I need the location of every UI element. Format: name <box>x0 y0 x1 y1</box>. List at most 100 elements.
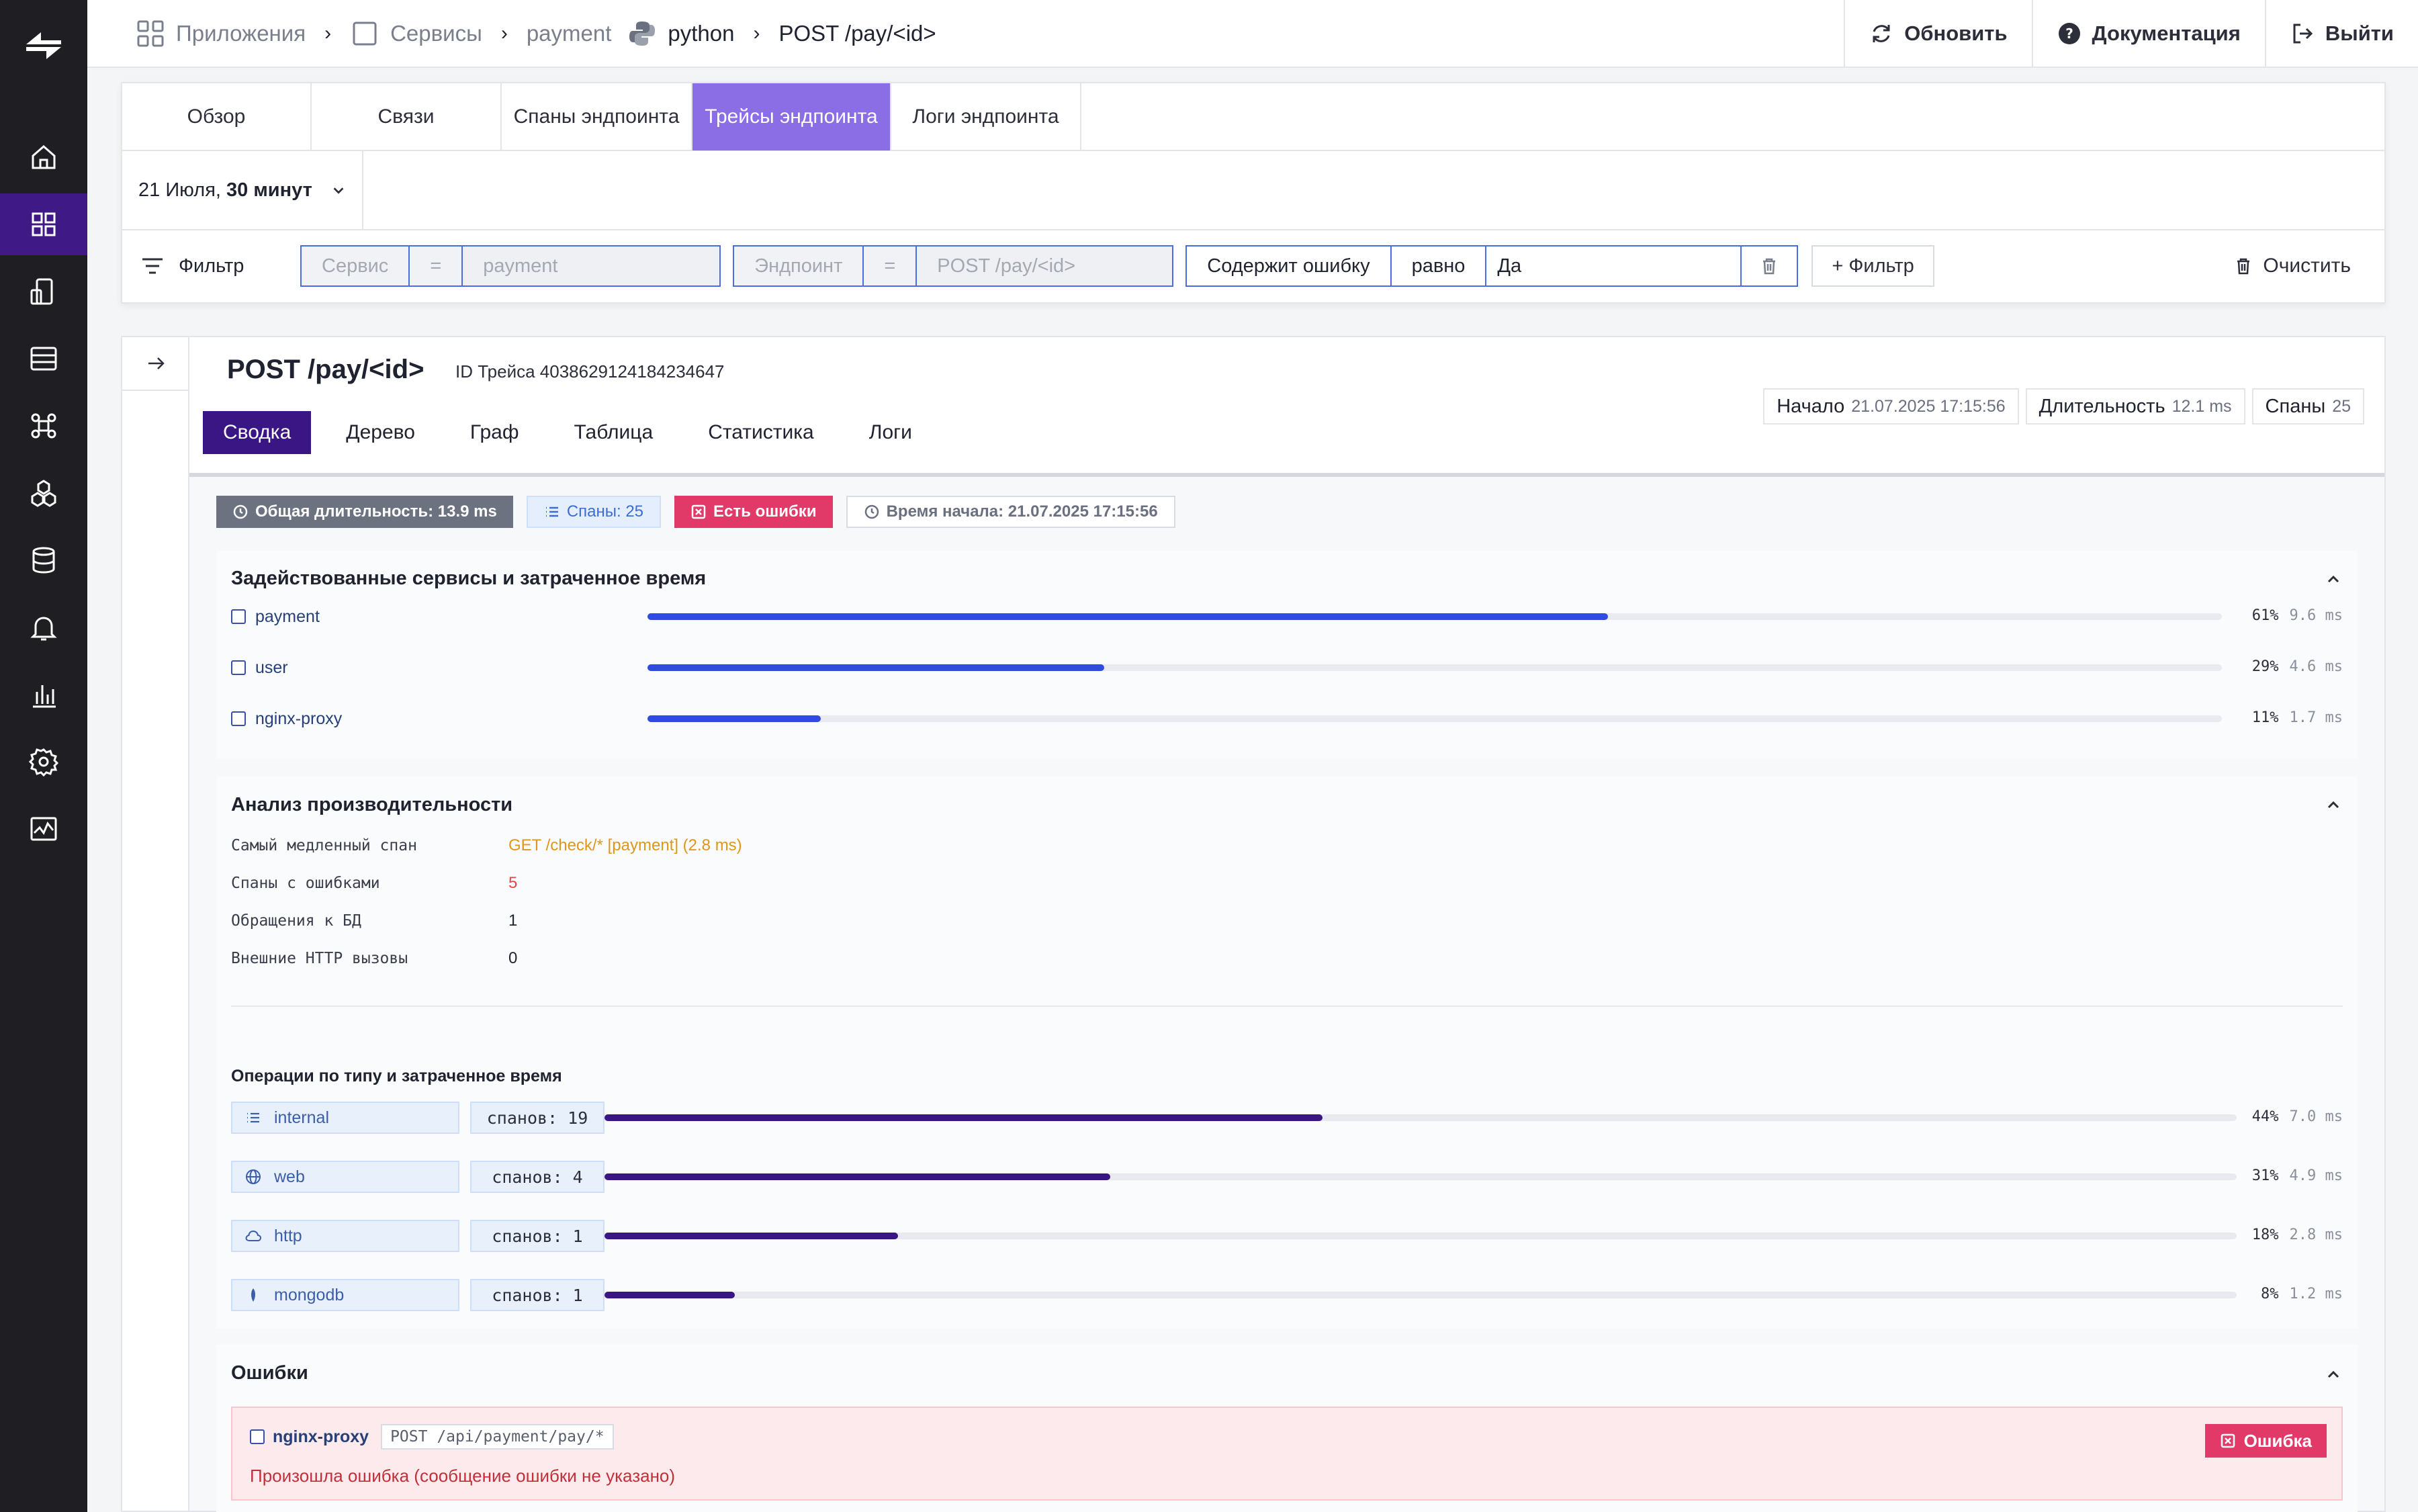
refresh-button[interactable]: Обновить <box>1844 0 2031 67</box>
tab-endpoint-traces[interactable]: Трейсы эндпоинта <box>692 83 891 150</box>
close-square-icon <box>691 504 706 519</box>
operation-type-mongodb[interactable]: mongodb <box>231 1279 459 1311</box>
operation-type-internal[interactable]: internal <box>231 1102 459 1134</box>
service-checkbox[interactable] <box>231 711 246 726</box>
clear-filters-button[interactable]: Очистить <box>2233 230 2351 302</box>
breadcrumb: Приложения › Сервисы › payment python › … <box>87 0 936 66</box>
filter-delete-button[interactable] <box>1742 247 1797 285</box>
database-icon <box>32 547 55 574</box>
breadcrumb-service[interactable]: payment <box>527 21 612 46</box>
operation-duration: 1.2 ms <box>2289 1286 2343 1302</box>
clear-filters-label: Очистить <box>2263 255 2351 277</box>
operation-type-label: http <box>274 1226 302 1245</box>
grid-icon <box>32 212 56 236</box>
filter-toggle[interactable]: Фильтр <box>122 253 300 279</box>
nav-applications[interactable] <box>0 193 87 255</box>
gear-icon <box>28 748 59 777</box>
perf-http-calls: Внешние HTTP вызовы 0 <box>231 949 518 967</box>
filter-service-value[interactable]: payment <box>463 247 720 285</box>
filter-bar: Фильтр Сервис = payment Эндпоинт = POST … <box>122 230 2384 302</box>
operation-duration: 4.9 ms <box>2289 1167 2343 1184</box>
filter-error-value[interactable]: Да <box>1486 247 1742 285</box>
breadcrumb-services-label: Сервисы <box>390 20 482 46</box>
tab-overview[interactable]: Обзор <box>122 83 312 150</box>
chevron-up-icon[interactable] <box>2324 795 2343 814</box>
nav-databases[interactable] <box>0 529 87 591</box>
perf-error-spans: Спаны с ошибками 5 <box>231 874 518 892</box>
filter-label: Фильтр <box>179 255 244 277</box>
nav-modules[interactable] <box>0 395 87 457</box>
nav-servers[interactable] <box>0 328 87 390</box>
filter-endpoint-value[interactable]: POST /pay/<id> <box>917 247 1173 285</box>
chevron-up-icon[interactable] <box>2324 570 2343 588</box>
breadcrumb-apps[interactable]: Приложения <box>136 19 306 48</box>
date-range-picker[interactable]: 21 Июля, 30 минут <box>122 150 363 230</box>
error-service[interactable]: nginx-proxy <box>273 1427 369 1447</box>
filter-service[interactable]: Сервис = payment <box>300 245 721 287</box>
tab-tree[interactable]: Дерево <box>326 411 435 454</box>
add-filter-button[interactable]: + Фильтр <box>1811 245 1934 287</box>
tab-table[interactable]: Таблица <box>554 411 674 454</box>
operation-percent: 18% <box>2251 1227 2279 1243</box>
tab-statistics[interactable]: Статистика <box>688 411 834 454</box>
tab-links[interactable]: Связи <box>312 83 502 150</box>
tab-endpoint-spans[interactable]: Спаны эндпоинта <box>502 83 692 150</box>
operation-type-web[interactable]: web <box>231 1161 459 1193</box>
filter-error[interactable]: Содержит ошибку равно Да <box>1185 245 1799 287</box>
nav-devices[interactable] <box>0 261 87 322</box>
breadcrumb-language[interactable]: python <box>627 19 734 48</box>
filter-endpoint[interactable]: Эндпоинт = POST /pay/<id> <box>733 245 1174 287</box>
service-row: user 29% 4.6 ms <box>231 654 2343 681</box>
operation-type-label: internal <box>274 1108 329 1127</box>
operation-bar-fill <box>604 1114 1323 1121</box>
trace-start: Начало 21.07.2025 17:15:56 <box>1763 388 2019 425</box>
filter-service-field[interactable]: Сервис <box>302 247 410 285</box>
docs-button[interactable]: ? Документация <box>2031 0 2265 67</box>
nav-home[interactable] <box>0 126 87 188</box>
filter-endpoint-field[interactable]: Эндпоинт <box>734 247 864 285</box>
slowest-span-link[interactable]: GET /check/* [payment] (2.8 ms) <box>508 836 742 855</box>
chevron-up-icon[interactable] <box>2324 1365 2343 1384</box>
filter-endpoint-op[interactable]: = <box>864 247 917 285</box>
logout-button[interactable]: Выйти <box>2264 0 2418 67</box>
tab-endpoint-logs[interactable]: Логи эндпоинта <box>891 83 1081 150</box>
endpoint-panel: Обзор Связи Спаны эндпоинта Трейсы эндпо… <box>121 82 2386 304</box>
trace-header: POST /pay/<id> ID Трейса 403862912418423… <box>189 337 2384 477</box>
errors-section-title: Ошибки <box>231 1362 308 1384</box>
breadcrumb-services[interactable]: Сервисы <box>350 19 482 48</box>
logout-icon <box>2293 24 2313 44</box>
error-item: nginx-proxy POST /api/payment/pay/* Прои… <box>231 1407 2343 1501</box>
nav-settings[interactable] <box>0 731 87 793</box>
operation-bar-track <box>604 1114 2237 1121</box>
trash-icon <box>2237 258 2250 275</box>
tab-summary[interactable]: Сводка <box>203 411 312 454</box>
operation-percent: 44% <box>2251 1108 2279 1125</box>
service-checkbox[interactable] <box>231 609 246 624</box>
date-range: 30 минут <box>226 179 312 201</box>
tab-logs[interactable]: Логи <box>849 411 932 454</box>
date-day: 21 Июля, <box>138 179 221 201</box>
logout-label: Выйти <box>2325 21 2394 45</box>
logo-icon[interactable] <box>22 24 65 67</box>
error-checkbox[interactable] <box>250 1429 265 1444</box>
breadcrumb-endpoint[interactable]: POST /pay/<id> <box>778 21 936 46</box>
collapse-trace-button[interactable] <box>122 337 189 391</box>
tab-graph[interactable]: Граф <box>450 411 539 454</box>
filter-error-op[interactable]: равно <box>1392 247 1487 285</box>
filter-error-field[interactable]: Содержит ошибку <box>1187 247 1392 285</box>
service-name[interactable]: payment <box>255 607 645 627</box>
list-icon <box>545 506 558 517</box>
service-name[interactable]: user <box>255 658 645 678</box>
nav-monitoring[interactable] <box>0 798 87 860</box>
service-checkbox[interactable] <box>231 660 246 675</box>
error-details-button[interactable]: Ошибка <box>2204 1424 2327 1458</box>
nav-clusters[interactable] <box>0 462 87 524</box>
filter-service-op[interactable]: = <box>410 247 463 285</box>
devices-icon <box>30 278 53 305</box>
nav-metrics[interactable] <box>0 664 87 725</box>
operation-type-label: mongodb <box>274 1285 345 1304</box>
service-name[interactable]: nginx-proxy <box>255 709 645 729</box>
server-icon <box>30 347 57 371</box>
operation-type-http[interactable]: http <box>231 1220 459 1252</box>
nav-alerts[interactable] <box>0 596 87 658</box>
